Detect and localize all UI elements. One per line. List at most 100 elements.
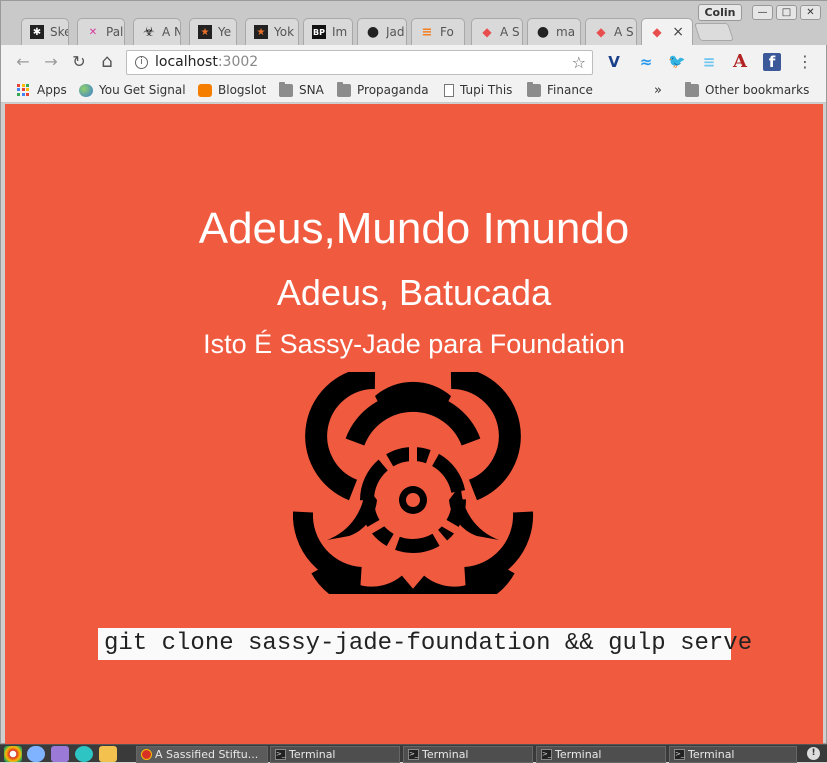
tab-1[interactable]: ✕ Pal <box>77 18 125 45</box>
task-label: Terminal <box>289 748 336 761</box>
folder-icon <box>279 81 293 97</box>
tab-title: Pal <box>106 25 124 39</box>
tab-title: Ske <box>50 25 68 39</box>
docker-icon[interactable]: ≈ <box>637 53 655 71</box>
tab-10[interactable]: ◆ A S <box>585 18 637 45</box>
page-viewport: Adeus,Mundo Imundo Adeus, Batucada Isto … <box>5 104 823 745</box>
page-tagline: Isto É Sassy-Jade para Foundation <box>203 329 625 359</box>
minimize-button[interactable]: — <box>752 5 773 20</box>
tab-title: Jad <box>386 25 405 39</box>
foundation-icon: ◆ <box>482 25 492 39</box>
bookmark-tupi-this[interactable]: Tupi This <box>444 83 512 97</box>
tab-6[interactable]: ● Jad <box>357 18 407 45</box>
bookmark-star-icon[interactable]: ☆ <box>572 51 586 74</box>
forward-button[interactable]: → <box>41 52 61 72</box>
reload-button[interactable]: ↻ <box>69 52 89 72</box>
cloud-launcher-icon[interactable] <box>27 746 45 762</box>
address-bar[interactable]: i localhost:3002 ☆ <box>126 50 593 75</box>
browser-window: ✱ Ske ✕ Pal ☣ A N ★ Ye ★ Yok BP Im ● Jad ≡ Fo ◆ A… <box>0 0 827 745</box>
blogger-icon <box>198 83 212 97</box>
alert-icon[interactable]: ! <box>807 747 820 760</box>
tab-2[interactable]: ☣ A N <box>133 18 181 45</box>
tab-7[interactable]: ≡ Fo <box>411 18 465 45</box>
bookmark-folder-finance[interactable]: Finance <box>527 81 593 97</box>
bookmark-label: SNA <box>299 83 324 97</box>
tab-9[interactable]: ● ma <box>527 18 581 45</box>
tab-title: A N <box>162 25 180 39</box>
maximize-button[interactable]: □ <box>776 5 797 20</box>
new-tab-button[interactable] <box>694 23 734 41</box>
url-port: :3002 <box>217 54 259 70</box>
page-icon <box>444 83 454 97</box>
bookmark-other-bookmarks[interactable]: Other bookmarks <box>685 81 810 97</box>
bookmarks-overflow-button[interactable]: » <box>654 83 662 98</box>
task-chrome[interactable]: A Sassified Stiftu... <box>136 746 268 763</box>
bookmark-label: Tupi This <box>460 83 513 97</box>
task-terminal-2[interactable]: >_ Terminal <box>403 746 533 763</box>
bookmark-label: You Get Signal <box>99 83 186 97</box>
tab-title: Im <box>332 25 348 39</box>
globe-icon <box>79 83 93 97</box>
palette-icon: ✕ <box>88 26 98 38</box>
stripes-icon[interactable]: ≡ <box>700 53 718 71</box>
bookmark-apps[interactable]: Apps <box>17 83 67 97</box>
apps-grid-icon <box>17 83 31 97</box>
task-label: A Sassified Stiftu... <box>155 748 259 761</box>
bookmark-folder-sna[interactable]: SNA <box>279 81 324 97</box>
tab-3[interactable]: ★ Ye <box>189 18 237 45</box>
bookmark-label: Other bookmarks <box>705 83 810 97</box>
bookmarks-bar: Apps You Get Signal Blogslot SNA Propaga… <box>1 79 826 103</box>
close-window-button[interactable]: ✕ <box>800 5 821 20</box>
os-taskbar: A Sassified Stiftu... >_ Terminal >_ Ter… <box>0 744 827 763</box>
files-launcher-icon[interactable] <box>99 746 117 762</box>
tab-8[interactable]: ◆ A S <box>471 18 523 45</box>
git-command-code: git clone sassy-jade-foundation && gulp … <box>98 628 752 660</box>
bookmark-you-get-signal[interactable]: You Get Signal <box>79 83 186 97</box>
info-icon[interactable]: i <box>135 56 148 69</box>
tab-title: Fo <box>440 25 454 39</box>
task-terminal-4[interactable]: >_ Terminal <box>669 746 797 763</box>
stackoverflow-icon: ≡ <box>421 24 433 40</box>
folder-icon <box>527 81 541 97</box>
url-host: localhost <box>155 54 218 70</box>
github-icon: ● <box>536 24 550 40</box>
tab-title: ma <box>556 25 576 39</box>
settings-launcher-icon[interactable] <box>75 746 93 762</box>
task-terminal-3[interactable]: >_ Terminal <box>536 746 666 763</box>
tab-4[interactable]: ★ Yok <box>245 18 299 45</box>
asterisk-icon: ✱ <box>30 25 44 39</box>
task-terminal-1[interactable]: >_ Terminal <box>270 746 400 763</box>
close-tab-icon[interactable]: × <box>672 24 684 40</box>
browser-toolbar: ← → ↻ ⌂ i localhost:3002 ☆ V ≈ 🐦 ≡ A f ⋮ <box>1 45 826 79</box>
home-button[interactable]: ⌂ <box>97 52 117 72</box>
tab-0[interactable]: ✱ Ske <box>21 18 69 45</box>
star-icon: ★ <box>198 25 212 39</box>
bookmark-label: Apps <box>37 83 67 97</box>
back-button[interactable]: ← <box>13 52 33 72</box>
terminal-icon: >_ <box>408 749 419 760</box>
profile-button[interactable]: Colin <box>698 4 742 21</box>
task-label: Terminal <box>555 748 602 761</box>
tab-title: Ye <box>218 25 232 39</box>
tab-5[interactable]: BP Im <box>303 18 353 45</box>
terminal-icon: >_ <box>674 749 685 760</box>
tab-11-active[interactable]: ◆ × <box>641 18 693 45</box>
facebook-icon[interactable]: f <box>763 53 781 71</box>
bookmark-folder-propaganda[interactable]: Propaganda <box>337 81 429 97</box>
chrome-icon <box>141 749 152 760</box>
folder-icon <box>337 81 351 97</box>
task-label: Terminal <box>422 748 469 761</box>
menu-icon[interactable]: ⋮ <box>796 53 814 71</box>
notes-launcher-icon[interactable] <box>51 746 69 762</box>
foundation-icon: ◆ <box>596 25 606 39</box>
chrome-launcher-icon[interactable] <box>4 746 22 762</box>
tab-title: A S <box>614 25 634 39</box>
bookmark-blogslot[interactable]: Blogslot <box>198 83 266 97</box>
page-heading: Adeus,Mundo Imundo <box>198 204 630 253</box>
bookmark-label: Finance <box>547 83 593 97</box>
twitter-icon[interactable]: 🐦 <box>668 53 686 71</box>
tab-strip: ✱ Ske ✕ Pal ☣ A N ★ Ye ★ Yok BP Im ● Jad ≡ Fo ◆ A… <box>1 1 827 45</box>
github-icon: ● <box>366 24 380 40</box>
vimeo-icon[interactable]: V <box>605 53 623 71</box>
font-a-icon[interactable]: A <box>731 53 749 71</box>
